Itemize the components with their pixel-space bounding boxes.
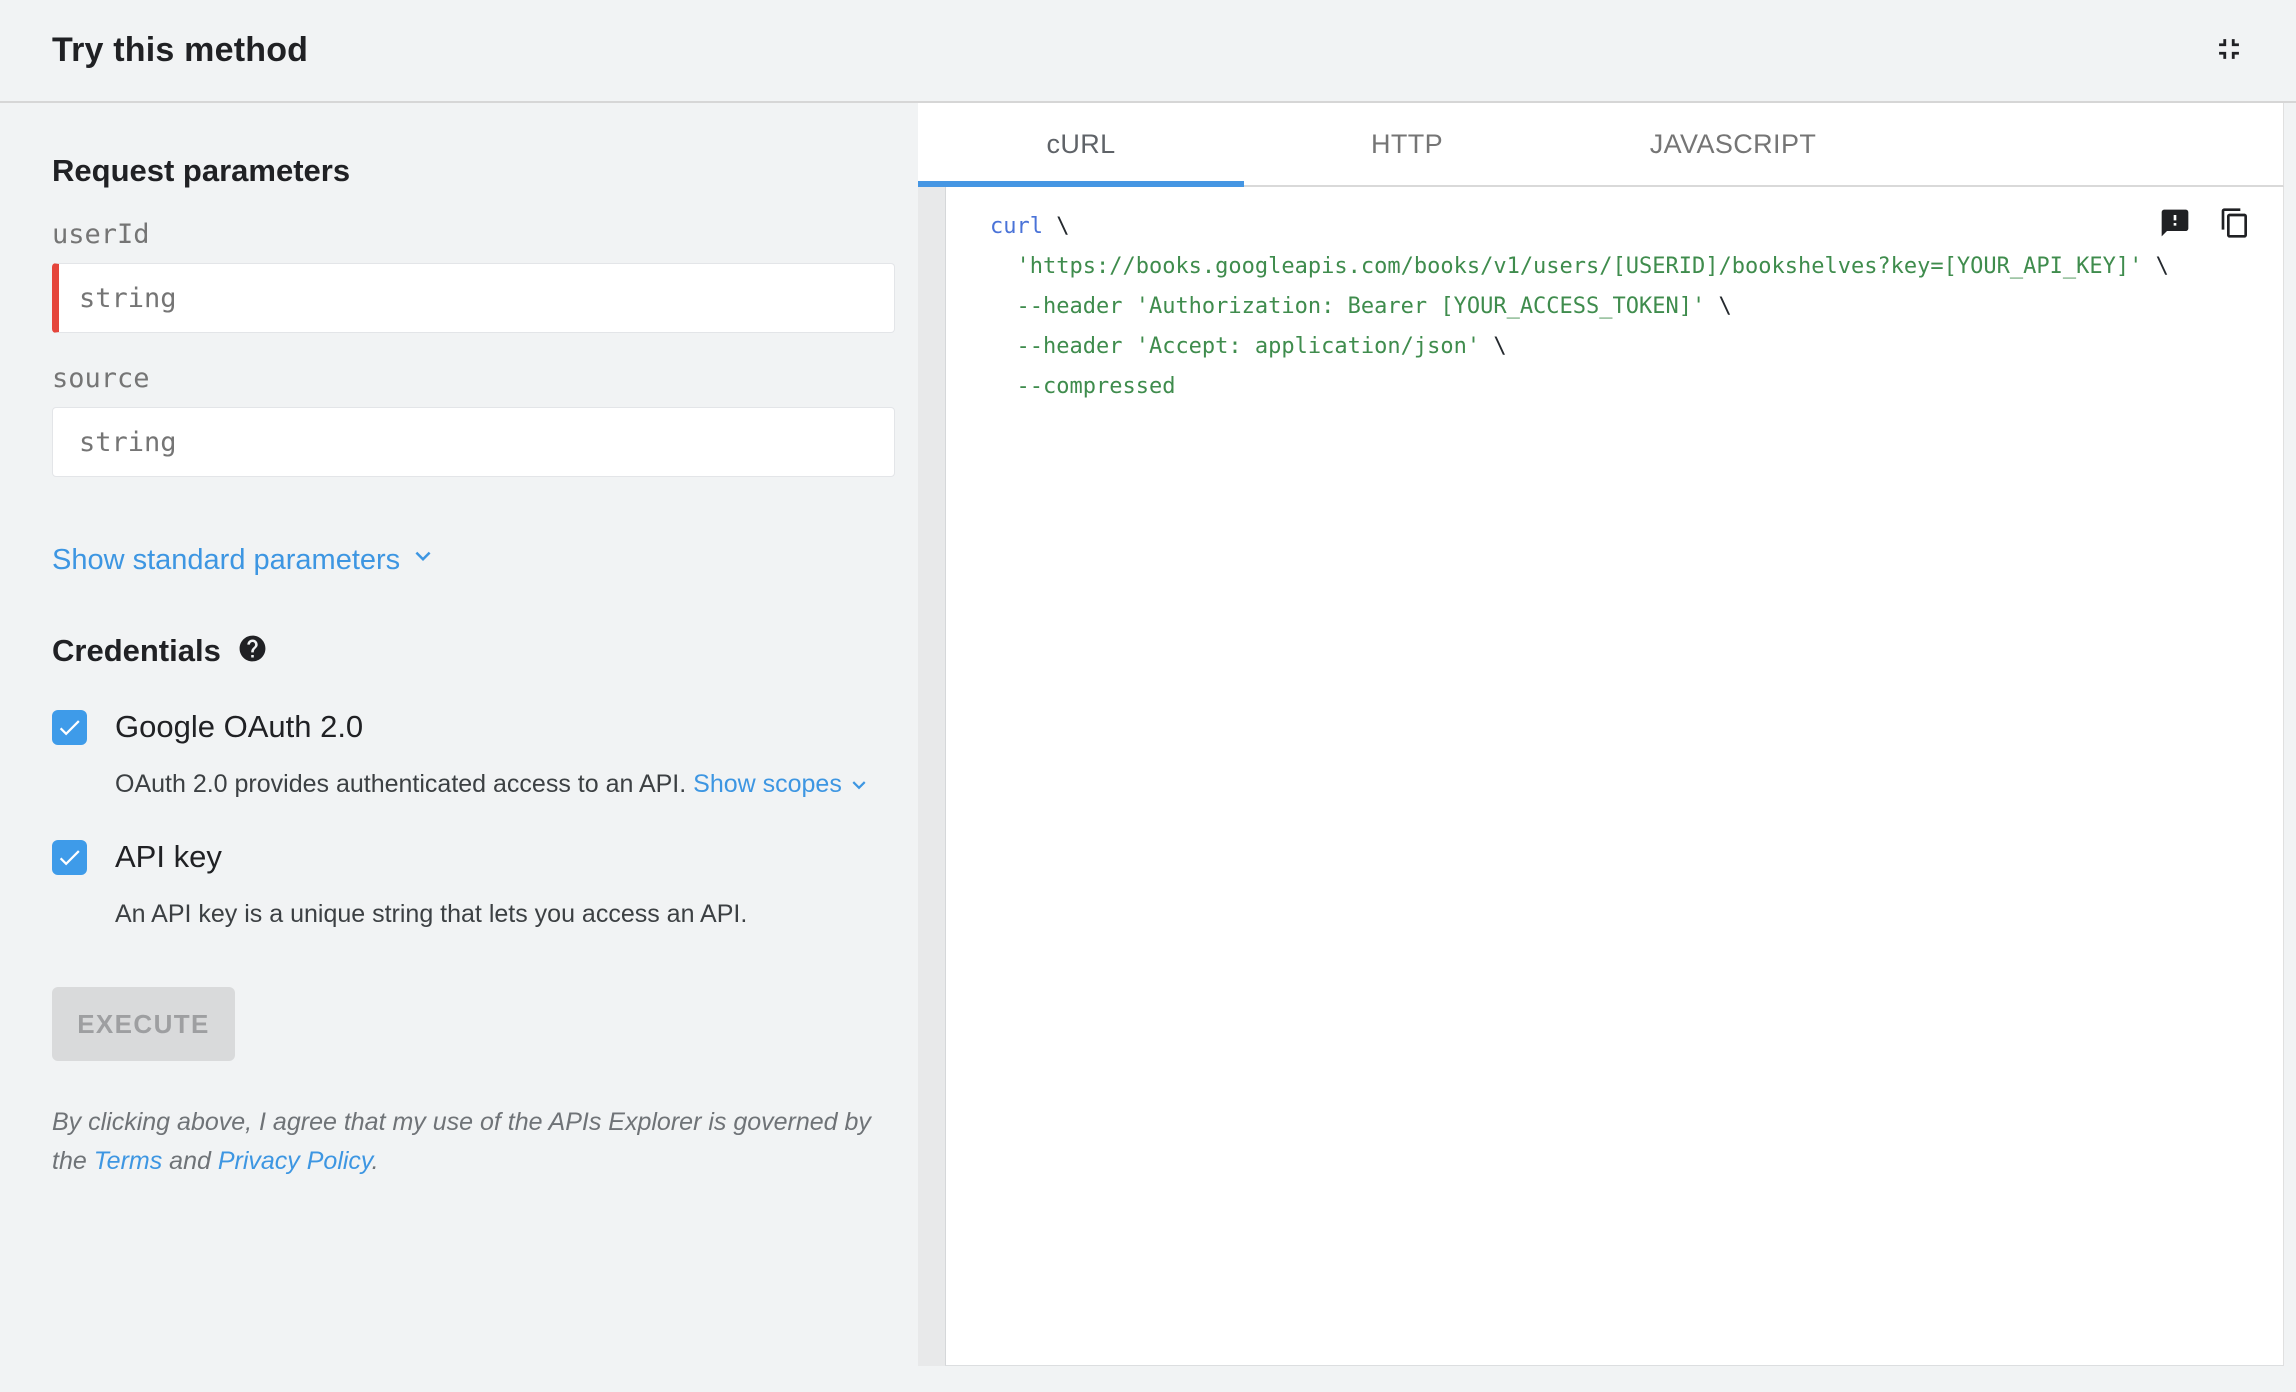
scrollbar-track[interactable] <box>918 187 945 1366</box>
code-block: curl \ 'https://books.googleapis.com/boo… <box>990 214 2169 399</box>
apikey-checkbox[interactable] <box>52 839 87 875</box>
source-input[interactable] <box>52 407 895 477</box>
show-standard-parameters-label: Show standard parameters <box>52 543 401 576</box>
request-parameters-heading: Request parameters <box>52 153 351 188</box>
code-card: curl \ 'https://books.googleapis.com/boo… <box>945 187 2284 1366</box>
panel-header: Try this method <box>0 0 2296 103</box>
credentials-heading: Credentials <box>52 633 221 668</box>
copy-icon <box>2219 207 2251 242</box>
tab-http[interactable]: HTTP <box>1244 103 1570 185</box>
credential-option-oauth: Google OAuth 2.0 OAuth 2.0 provides auth… <box>52 709 894 799</box>
feedback-icon <box>2159 207 2191 242</box>
field-source: source <box>52 363 895 477</box>
show-standard-parameters-link[interactable]: Show standard parameters <box>52 541 438 579</box>
field-userid: userId <box>52 219 895 333</box>
disclaimer-text: By clicking above, I agree that my use o… <box>52 1103 900 1181</box>
tab-javascript[interactable]: JAVASCRIPT <box>1570 103 1896 185</box>
disclaimer-suffix: . <box>371 1147 379 1175</box>
tab-curl[interactable]: cURL <box>918 103 1244 187</box>
disclaimer-middle: and <box>162 1147 218 1175</box>
show-scopes-link[interactable]: Show scopes <box>693 770 872 799</box>
userid-input[interactable] <box>52 263 895 333</box>
chevron-down-icon <box>846 770 872 799</box>
copy-button[interactable] <box>2215 203 2255 246</box>
oauth-label: Google OAuth 2.0 <box>115 709 364 744</box>
credential-option-apikey: API key An API key is a unique string th… <box>52 839 894 929</box>
oauth-checkbox[interactable] <box>52 709 87 745</box>
try-this-method-panel: Try this method Request parameters userI… <box>0 0 2296 1392</box>
terms-link[interactable]: Terms <box>94 1147 163 1175</box>
code-language-tabs: cURL HTTP JAVASCRIPT <box>918 103 2284 187</box>
panel-title: Try this method <box>52 31 309 69</box>
chevron-down-icon <box>408 541 438 579</box>
code-sample-panel: cURL HTTP JAVASCRIPT curl \ 'https://boo… <box>918 103 2284 1392</box>
apikey-description: An API key is a unique string that lets … <box>115 900 748 928</box>
privacy-policy-link[interactable]: Privacy Policy <box>218 1147 372 1175</box>
fullscreen-exit-icon <box>2212 32 2246 69</box>
show-scopes-label: Show scopes <box>693 770 842 798</box>
feedback-button[interactable] <box>2155 203 2195 246</box>
oauth-description-text: OAuth 2.0 provides authenticated access … <box>115 770 694 798</box>
collapse-button[interactable] <box>2208 28 2250 73</box>
source-label: source <box>52 363 150 394</box>
execute-button[interactable]: EXECUTE <box>52 987 235 1061</box>
apikey-label: API key <box>115 839 222 874</box>
userid-label: userId <box>52 219 150 250</box>
right-margin <box>2284 103 2296 1392</box>
panel-bottom-spacer <box>918 1366 2284 1392</box>
request-form-panel: Request parameters userId source Show st… <box>0 103 918 1392</box>
oauth-description: OAuth 2.0 provides authenticated access … <box>115 770 894 799</box>
help-icon[interactable] <box>237 633 268 669</box>
